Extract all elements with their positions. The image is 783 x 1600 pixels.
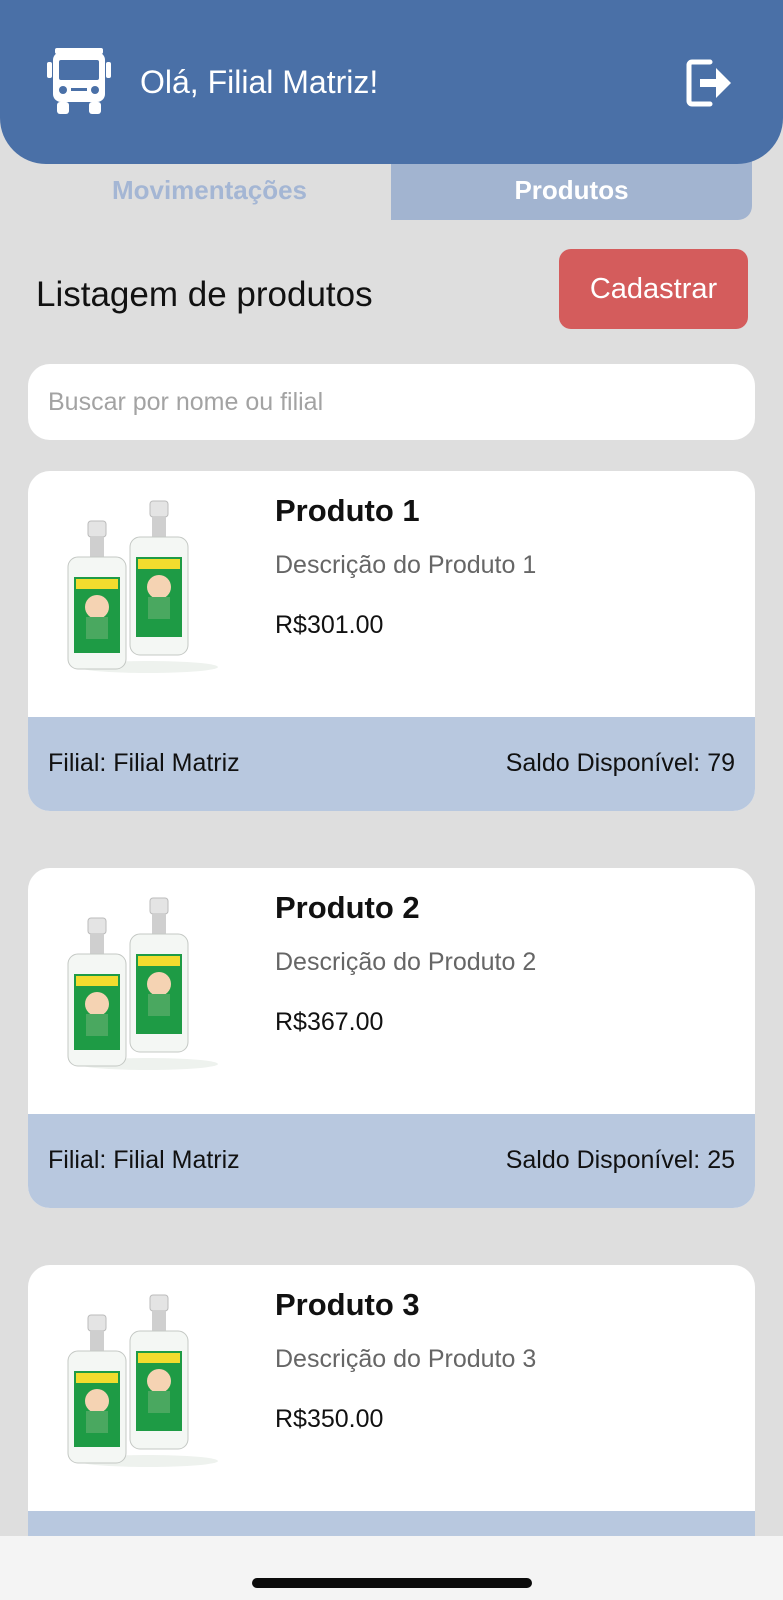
product-image bbox=[67, 897, 218, 1070]
product-name: Produto 3 bbox=[275, 1287, 420, 1322]
search-input[interactable] bbox=[28, 364, 755, 440]
search-box bbox=[28, 364, 755, 440]
card-footer: Filial: Filial Matriz Saldo Disponível: … bbox=[28, 717, 755, 811]
product-branch: Filial: Filial Matriz bbox=[48, 749, 240, 777]
home-bar-area bbox=[0, 1536, 783, 1600]
page-title: Listagem de produtos bbox=[36, 275, 373, 314]
product-image bbox=[67, 1294, 218, 1467]
app-header: Olá, Filial Matriz! bbox=[0, 0, 783, 164]
product-card[interactable]: Produto 2 Descrição do Produto 2 R$367.0… bbox=[28, 868, 755, 1208]
product-price: R$367.00 bbox=[275, 1008, 384, 1036]
logout-icon[interactable] bbox=[686, 58, 732, 108]
card-footer: Filial: Filial Matriz Saldo Disponível: … bbox=[28, 1114, 755, 1208]
product-image bbox=[67, 500, 218, 673]
product-price: R$350.00 bbox=[275, 1405, 384, 1433]
product-price: R$301.00 bbox=[275, 611, 384, 639]
product-name: Produto 2 bbox=[275, 890, 420, 925]
product-description: Descrição do Produto 3 bbox=[275, 1345, 537, 1373]
product-stock: Saldo Disponível: 25 bbox=[505, 1146, 735, 1174]
product-branch: Filial: Filial Matriz bbox=[48, 1146, 240, 1174]
tab-produtos[interactable]: Produtos bbox=[391, 160, 752, 220]
register-button[interactable]: Cadastrar bbox=[559, 249, 748, 329]
truck-icon bbox=[47, 48, 111, 114]
product-name: Produto 1 bbox=[275, 493, 420, 528]
greeting-text: Olá, Filial Matriz! bbox=[140, 64, 379, 100]
home-indicator[interactable] bbox=[252, 1578, 532, 1588]
tab-movimentacoes[interactable]: Movimentações bbox=[28, 160, 391, 220]
tab-bar: Movimentações Produtos bbox=[28, 160, 752, 220]
product-description: Descrição do Produto 2 bbox=[275, 948, 537, 976]
product-description: Descrição do Produto 1 bbox=[275, 551, 537, 579]
product-card[interactable]: Produto 1 Descrição do Produto 1 R$301.0… bbox=[28, 471, 755, 811]
product-stock: Saldo Disponível: 79 bbox=[505, 749, 735, 777]
